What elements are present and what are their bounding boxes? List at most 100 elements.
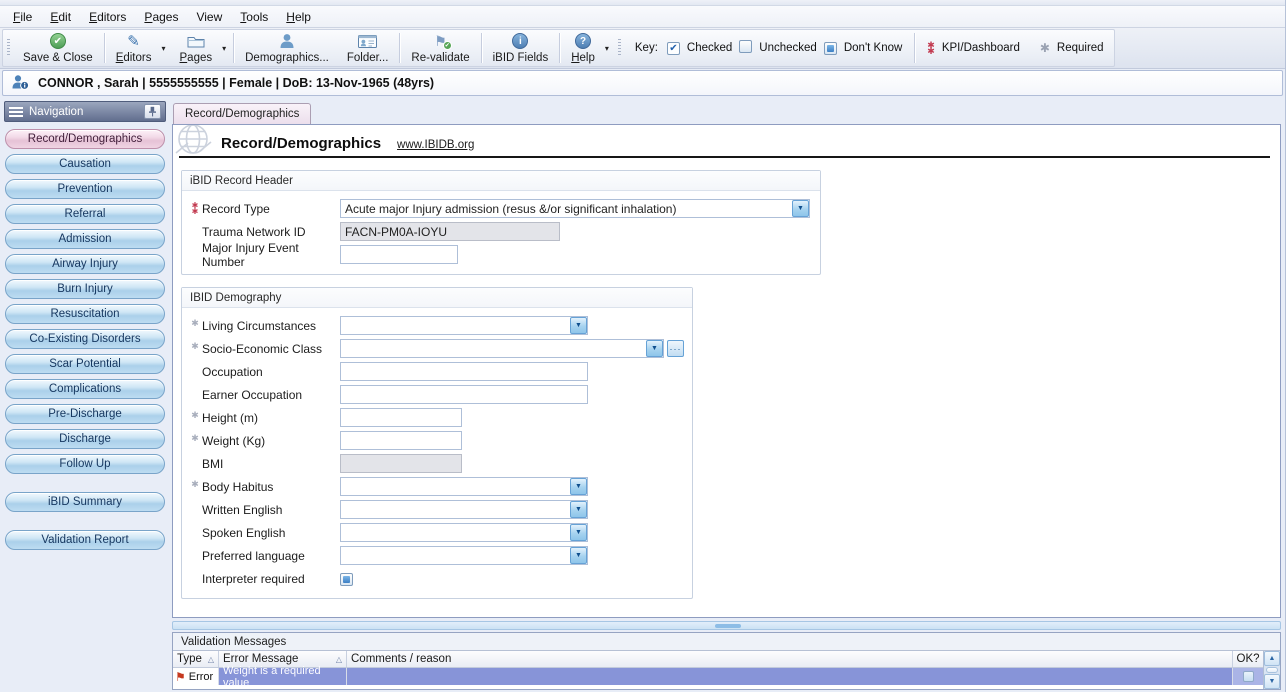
- menu-tools[interactable]: Tools: [231, 7, 277, 27]
- preferred-language-select[interactable]: ▼: [340, 546, 588, 565]
- field-label: BMI: [202, 457, 340, 471]
- nav-item-causation[interactable]: Causation: [5, 154, 165, 174]
- toolbar-group-help: ?Help▾: [562, 30, 614, 66]
- toolbar-grip[interactable]: [7, 39, 10, 57]
- dropdown-arrow-icon[interactable]: ▼: [570, 547, 587, 564]
- field-label: Weight (Kg): [202, 434, 340, 448]
- interpreter-required-checkbox[interactable]: [340, 572, 353, 586]
- field-label: Preferred language: [202, 549, 340, 563]
- nav-item-scar-potential[interactable]: Scar Potential: [5, 354, 165, 374]
- field-row-earner-occupation: Earner Occupation: [188, 383, 684, 406]
- dropdown-arrow-icon[interactable]: ▼: [570, 501, 587, 518]
- field-label: Interpreter required: [202, 572, 340, 586]
- field-row-preferred-language: Preferred language ▼: [188, 544, 684, 567]
- nav-item-label: Burn Injury: [57, 283, 113, 295]
- tab-record-demographics[interactable]: Record/Demographics: [173, 103, 311, 124]
- required-marker-icon: ✱: [188, 314, 202, 329]
- patient-summary: CONNOR , Sarah | 5555555555 | Female | D…: [38, 76, 434, 90]
- error-flag-icon: ⚑: [175, 671, 186, 683]
- nav-item-prevention[interactable]: Prevention: [5, 179, 165, 199]
- nav-item-follow-up[interactable]: Follow Up: [5, 454, 165, 474]
- dropdown-arrow-icon[interactable]: ▼: [570, 524, 587, 541]
- groupbox-ibid-demography: IBID Demography✱Living Circumstances▼✱So…: [181, 287, 693, 599]
- pages-button[interactable]: Pages: [171, 30, 222, 66]
- scroll-up-icon[interactable]: ▲: [1264, 651, 1280, 666]
- editors-button[interactable]: ✎Editors: [107, 30, 161, 66]
- validation-scrollbar[interactable]: ▲ ▼: [1263, 651, 1280, 689]
- navigation-title: Navigation: [29, 106, 83, 118]
- demographics-button[interactable]: Demographics...: [236, 30, 338, 66]
- earner-occupation-input[interactable]: [340, 385, 588, 404]
- dropdown-caret-icon[interactable]: ▾: [221, 30, 231, 66]
- toolbar-group-pages: Pages▾: [171, 30, 232, 66]
- menu-pages[interactable]: Pages: [135, 7, 187, 27]
- height-m-input[interactable]: [340, 408, 462, 427]
- nav-item-label: Resuscitation: [50, 308, 119, 320]
- kpi-dashboard-label: KPI/Dashboard: [942, 42, 1020, 54]
- nav-item-label: Record/Demographics: [28, 133, 142, 145]
- menu-help[interactable]: Help: [277, 7, 320, 27]
- record-type-select[interactable]: Acute major Injury admission (resus &/or…: [340, 199, 810, 218]
- folder-button[interactable]: Folder...: [338, 30, 398, 66]
- ellipsis-button[interactable]: ···: [667, 340, 684, 357]
- help-circle-icon: ?: [575, 33, 591, 50]
- title-divider: [179, 156, 1270, 158]
- dropdown-arrow-icon[interactable]: ▼: [570, 478, 587, 495]
- save-close-button[interactable]: ✔Save & Close: [14, 30, 102, 66]
- kpi-marker-icon: ✱✱: [188, 203, 202, 214]
- field-label: Major Injury Event Number: [202, 241, 340, 269]
- toolbar-separator: [559, 33, 560, 63]
- nav-item-burn-injury[interactable]: Burn Injury: [5, 279, 165, 299]
- menu-bar: FileEditEditorsPagesViewToolsHelp: [0, 6, 1285, 28]
- living-circumstances-select[interactable]: ▼: [340, 316, 588, 335]
- nav-item-airway-injury[interactable]: Airway Injury: [5, 254, 165, 274]
- body-habitus-select[interactable]: ▼: [340, 477, 588, 496]
- nav-item-co-existing-disorders[interactable]: Co-Existing Disorders: [5, 329, 165, 349]
- menu-file[interactable]: File: [4, 7, 41, 27]
- column-header-ok[interactable]: OK?: [1233, 651, 1263, 667]
- validation-row[interactable]: ⚑ErrorWeight is a required value: [173, 668, 1263, 685]
- written-english-select[interactable]: ▼: [340, 500, 588, 519]
- nav-item-admission[interactable]: Admission: [5, 229, 165, 249]
- column-header-comments-reason[interactable]: Comments / reason: [347, 651, 1233, 667]
- horizontal-splitter[interactable]: [172, 621, 1281, 630]
- occupation-input[interactable]: [340, 362, 588, 381]
- nav-item-record-demographics[interactable]: Record/Demographics: [5, 129, 165, 149]
- toolbar: ✔Save & Close✎Editors▾Pages▾Demographics…: [0, 28, 1285, 69]
- menu-edit[interactable]: Edit: [41, 7, 80, 27]
- nav-item-pre-discharge[interactable]: Pre-Discharge: [5, 404, 165, 424]
- scrollbar-thumb[interactable]: [1266, 667, 1278, 673]
- ibid-fields-button[interactable]: iiBID Fields: [484, 30, 558, 66]
- nav-item-label: Discharge: [59, 433, 111, 445]
- nav-item-validation-report[interactable]: Validation Report: [5, 530, 165, 550]
- nav-item-discharge[interactable]: Discharge: [5, 429, 165, 449]
- menu-editors[interactable]: Editors: [80, 7, 135, 27]
- nav-item-resuscitation[interactable]: Resuscitation: [5, 304, 165, 324]
- ok-checkbox[interactable]: [1243, 671, 1254, 682]
- dropdown-caret-icon[interactable]: ▾: [604, 30, 614, 66]
- dropdown-caret-icon[interactable]: ▾: [160, 30, 170, 66]
- tab-strip: Record/Demographics: [172, 103, 1281, 124]
- dropdown-arrow-icon[interactable]: ▼: [792, 200, 809, 217]
- nav-item-label: Co-Existing Disorders: [29, 333, 140, 345]
- weight-kg-input[interactable]: [340, 431, 462, 450]
- column-header-type[interactable]: Type△: [173, 651, 219, 667]
- dropdown-arrow-icon[interactable]: ▼: [570, 317, 587, 334]
- spoken-english-select[interactable]: ▼: [340, 523, 588, 542]
- pin-button[interactable]: [144, 104, 161, 119]
- menu-view[interactable]: View: [187, 7, 231, 27]
- field-row-major-injury-event-number: Major Injury Event Number: [188, 243, 812, 266]
- nav-item-complications[interactable]: Complications: [5, 379, 165, 399]
- nav-item-referral[interactable]: Referral: [5, 204, 165, 224]
- groupbox-title: IBID Demography: [182, 288, 692, 308]
- help-button[interactable]: ?Help: [562, 30, 604, 66]
- ibidb-link[interactable]: www.IBIDB.org: [397, 139, 474, 151]
- re-validate-button[interactable]: ⚑✔Re-validate: [402, 30, 478, 66]
- re-validate-label: Re-validate: [411, 52, 469, 64]
- dropdown-arrow-icon[interactable]: ▼: [646, 340, 663, 357]
- major-injury-event-number-input[interactable]: [340, 245, 458, 264]
- nav-item-ibid-summary[interactable]: iBID Summary: [5, 492, 165, 512]
- socio-economic-class-select[interactable]: ▼: [340, 339, 664, 358]
- scroll-down-icon[interactable]: ▼: [1264, 674, 1280, 689]
- toolbar-grip[interactable]: [618, 39, 621, 57]
